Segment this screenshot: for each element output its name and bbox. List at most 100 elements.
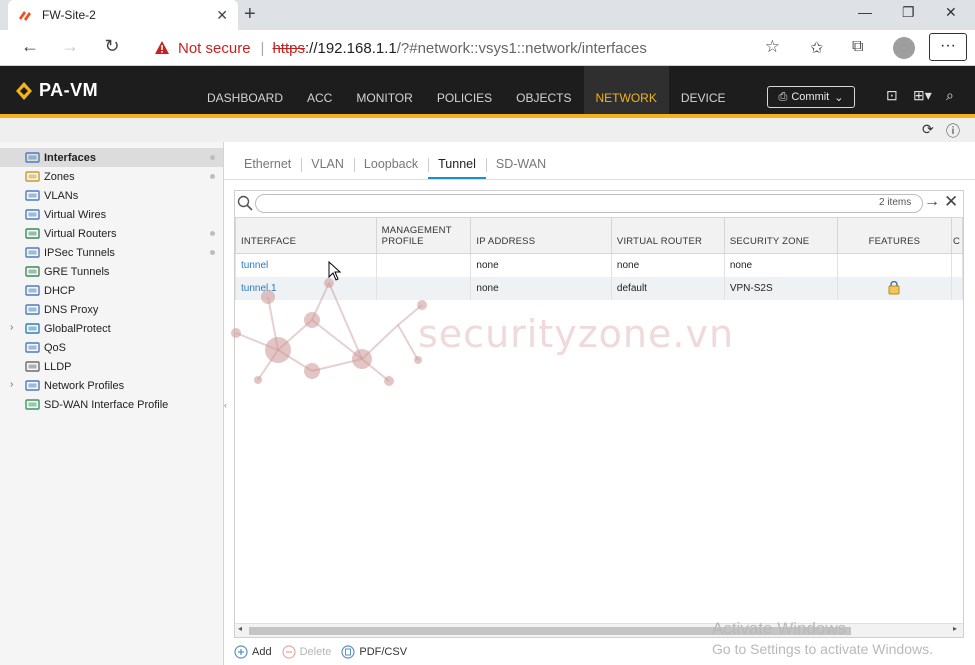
sidebar-item-label: DNS Proxy (44, 303, 99, 316)
cell-interface[interactable]: tunnel (235, 253, 377, 277)
nav-monitor[interactable]: MONITOR (344, 66, 424, 114)
favorites-list-icon[interactable]: ✩ (810, 38, 823, 58)
activate-title: Activate Windows (712, 619, 847, 638)
cell-ip-address: none (470, 253, 612, 277)
nav-dashboard[interactable]: DASHBOARD (195, 66, 295, 114)
sidebar-item-lldp[interactable]: LLDP (0, 357, 223, 376)
nav-objects[interactable]: OBJECTS (504, 66, 583, 114)
refresh-icon[interactable]: ⟳ (922, 121, 934, 138)
table-row[interactable]: tunnel none none none (235, 253, 964, 277)
filter-input[interactable] (255, 194, 923, 213)
delete-button[interactable]: Delete (281, 645, 332, 659)
ipsec-icon (25, 247, 40, 258)
sidebar-item-interfaces[interactable]: Interfaces (0, 148, 223, 167)
profile-avatar[interactable] (893, 37, 915, 59)
tab-loopback[interactable]: Loopback (353, 151, 428, 179)
col-security-zone[interactable]: SECURITY ZONE (723, 217, 838, 254)
config-menu-icon[interactable]: ⊞▾ (913, 87, 932, 104)
interface-tabs: Ethernet VLAN Loopback Tunnel SD-WAN (234, 150, 556, 180)
profiles-icon (25, 380, 40, 391)
favorite-star-icon[interactable]: ☆ (765, 37, 780, 57)
help-icon[interactable]: ⓘ (946, 121, 960, 141)
feature-lock-icon[interactable] (887, 280, 901, 295)
reload-icon[interactable]: ↻ (100, 36, 124, 57)
main-nav: DASHBOARD ACC MONITOR POLICIES OBJECTS N… (195, 66, 738, 114)
scroll-left-icon[interactable]: ◂ (238, 624, 242, 633)
forward-icon[interactable]: → (58, 36, 82, 57)
sidebar-item-ipsec-tunnels[interactable]: IPSec Tunnels (0, 243, 223, 262)
search-icon[interactable]: ⌕ (946, 87, 954, 104)
expand-caret-icon[interactable]: › (10, 379, 13, 390)
status-dot (210, 250, 215, 255)
watermark-graph-logo (231, 278, 427, 386)
sidebar-item-virtual-routers[interactable]: Virtual Routers (0, 224, 223, 243)
sidebar-item-dns-proxy[interactable]: DNS Proxy (0, 300, 223, 319)
nav-policies[interactable]: POLICIES (425, 66, 504, 114)
sidebar-item-sd-wan-interface-profile[interactable]: SD-WAN Interface Profile (0, 395, 223, 414)
new-tab-icon[interactable]: + (244, 3, 256, 26)
restore-icon[interactable]: ❐ (902, 4, 915, 21)
product-logo: PA-VM (14, 80, 98, 101)
nav-device[interactable]: DEVICE (669, 66, 738, 114)
sidebar-item-dhcp[interactable]: DHCP (0, 281, 223, 300)
sidebar-item-label: Virtual Wires (44, 208, 107, 221)
clear-filter-icon[interactable]: ✕ (944, 192, 958, 212)
sidebar-item-zones[interactable]: Zones (0, 167, 223, 186)
tab-close-icon[interactable]: ✕ (216, 7, 228, 24)
gre-icon (25, 266, 40, 277)
sidebar-item-globalprotect[interactable]: › GlobalProtect (0, 319, 223, 338)
dhcp-icon (25, 285, 40, 296)
tab-sdwan[interactable]: SD-WAN (485, 151, 556, 179)
delete-label: Delete (299, 646, 332, 658)
lock-config-icon[interactable]: ⊡ (886, 87, 898, 104)
col-ip-address[interactable]: IP ADDRESS (470, 217, 612, 254)
apply-filter-icon[interactable]: → (924, 193, 940, 211)
items-count: 2 items (879, 197, 912, 208)
sidebar-item-qos[interactable]: QoS (0, 338, 223, 357)
back-icon[interactable]: ← (18, 36, 42, 57)
pdf-csv-label: PDF/CSV (359, 646, 408, 658)
scroll-right-icon[interactable]: ▸ (953, 624, 957, 633)
sidebar-item-network-profiles[interactable]: › Network Profiles (0, 376, 223, 395)
cell-security-zone: VPN-S2S (723, 276, 838, 300)
more-menu-button[interactable]: ··· (929, 33, 967, 61)
not-secure-label[interactable]: Not secure (178, 40, 251, 57)
nav-network[interactable]: NETWORK (583, 66, 669, 114)
sidebar-item-label: GlobalProtect (44, 322, 111, 335)
qos-icon (25, 342, 40, 353)
status-dot (210, 174, 215, 179)
sidebar-item-label: VLANs (44, 189, 79, 202)
browser-tabbar: FW-Site-2 ✕ + — ❐ ✕ (0, 0, 975, 30)
sidebar-item-vlans[interactable]: VLANs (0, 186, 223, 205)
warning-icon (155, 41, 169, 54)
minimize-icon[interactable]: — (858, 4, 872, 20)
commit-button[interactable]: ⎙ Commit ⌄ (767, 86, 855, 108)
grid-actions: Add Delete PDF/CSV (234, 640, 417, 664)
url-field[interactable]: Not secure | https ://192.168.1.1 /?#net… (140, 34, 792, 62)
url-scheme: https (272, 39, 305, 57)
col-management-profile[interactable]: MANAGEMENT PROFILE (375, 217, 472, 254)
window-close-icon[interactable]: ✕ (945, 4, 957, 21)
col-virtual-router[interactable]: VIRTUAL ROUTER (610, 217, 725, 254)
col-features[interactable]: FEATURES (836, 217, 952, 254)
sidebar-item-gre-tunnels[interactable]: GRE Tunnels (0, 262, 223, 281)
tab-tunnel[interactable]: Tunnel (428, 151, 486, 179)
product-name: PA-VM (39, 80, 99, 100)
dns-icon (25, 304, 40, 315)
expand-caret-icon[interactable]: › (10, 322, 13, 333)
add-button[interactable]: Add (234, 645, 272, 659)
browser-tab[interactable]: FW-Site-2 ✕ (8, 0, 238, 30)
nav-acc[interactable]: ACC (295, 66, 344, 114)
address-bar: ← → ↻ Not secure | https ://192.168.1.1 … (0, 30, 975, 66)
tab-vlan[interactable]: VLAN (301, 151, 354, 179)
export-button[interactable]: PDF/CSV (341, 645, 407, 659)
col-more[interactable]: C (950, 217, 964, 254)
col-interface[interactable]: INTERFACE (235, 217, 377, 254)
paloalto-logo-icon (16, 81, 32, 100)
sidebar-item-virtual-wires[interactable]: Virtual Wires (0, 205, 223, 224)
sidebar-collapse-handle[interactable]: ‹ (224, 400, 227, 410)
interface-link[interactable]: tunnel (241, 260, 268, 271)
tab-ethernet[interactable]: Ethernet (234, 151, 301, 179)
collections-icon[interactable]: ⧉ (852, 38, 863, 56)
watermark-text: securityzone.vn (418, 312, 735, 356)
